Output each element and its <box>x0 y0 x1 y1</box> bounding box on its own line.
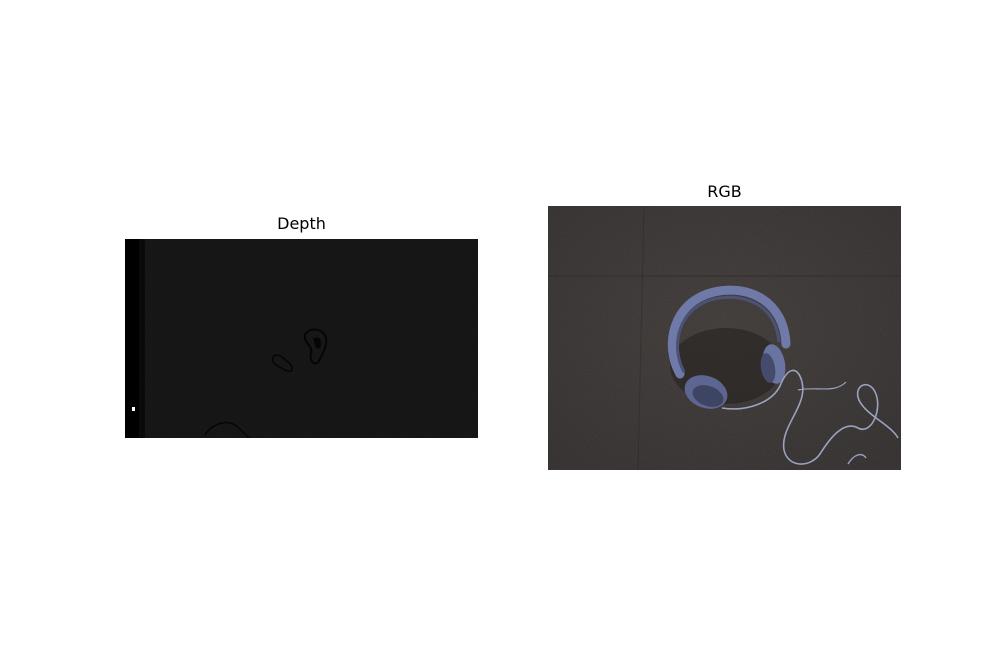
depth-panel-title: Depth <box>277 214 326 233</box>
depth-image <box>125 239 478 438</box>
rgb-image <box>548 206 901 470</box>
rgb-panel-title: RGB <box>707 182 742 201</box>
